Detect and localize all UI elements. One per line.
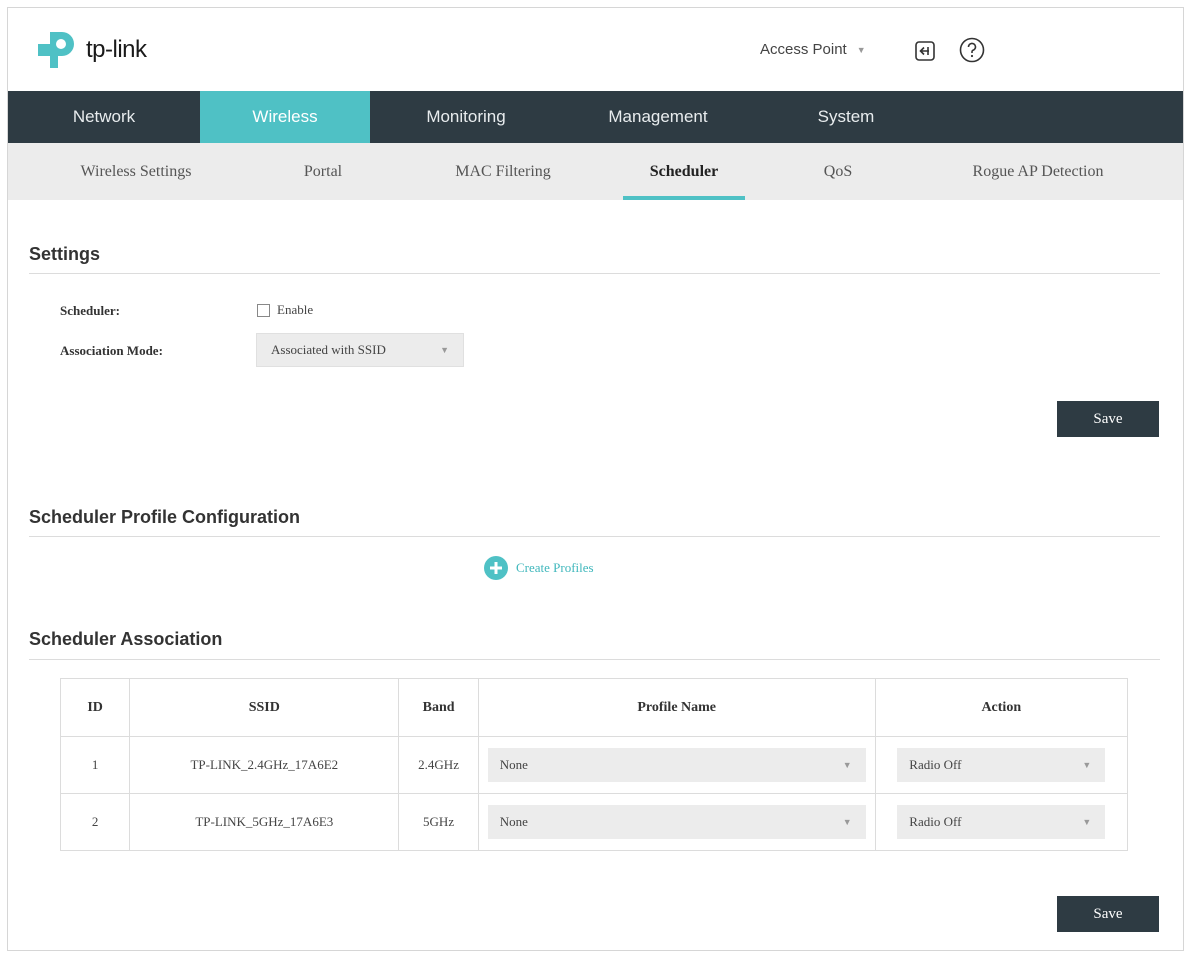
nav-network[interactable]: Network	[8, 91, 200, 143]
brand-logo: tp-link	[36, 30, 147, 70]
tab-mac-filtering[interactable]: MAC Filtering	[418, 143, 588, 200]
row-ssid: TP-LINK_2.4GHz_17A6E2	[129, 736, 400, 794]
row-band: 5GHz	[398, 793, 479, 851]
row-ssid: TP-LINK_5GHz_17A6E3	[129, 793, 400, 851]
brand-name: tp-link	[86, 36, 147, 63]
table-row: 2 TP-LINK_5GHz_17A6E3 5GHz None ▼ Radio …	[59, 793, 1129, 851]
profile-name-value: None	[499, 814, 528, 829]
logout-icon[interactable]	[913, 39, 937, 63]
chevron-down-icon: ▼	[1082, 760, 1092, 770]
action-select[interactable]: Radio Off ▼	[897, 805, 1106, 839]
mode-dropdown[interactable]: Access Point ▼	[760, 41, 866, 58]
chevron-down-icon: ▼	[842, 817, 852, 827]
tp-link-logo-icon	[38, 32, 74, 68]
settings-save-button[interactable]: Save	[1057, 401, 1159, 437]
column-header-action: Action	[874, 678, 1129, 737]
create-profiles-button[interactable]: Create Profiles	[484, 556, 594, 580]
nav-system[interactable]: System	[754, 91, 938, 143]
scheduler-enable-checkbox[interactable]: Enable	[257, 302, 313, 318]
row-id: 2	[59, 793, 131, 851]
profile-cell: None ▼	[477, 736, 876, 794]
tab-wireless-settings[interactable]: Wireless Settings	[36, 143, 236, 200]
active-tab-indicator	[623, 196, 745, 200]
action-value: Radio Off	[909, 757, 962, 772]
profile-name-select[interactable]: None ▼	[487, 748, 866, 782]
enable-label: Enable	[277, 302, 314, 317]
table-header-row: ID SSID Band Profile Name Action	[59, 678, 1129, 737]
profile-name-value: None	[499, 757, 528, 772]
mode-value: Access Point	[760, 41, 847, 58]
table-row: 1 TP-LINK_2.4GHz_17A6E2 2.4GHz None ▼ Ra…	[59, 736, 1129, 794]
create-profiles-label: Create Profiles	[516, 560, 594, 575]
plus-circle-icon	[484, 556, 508, 580]
column-header-profile-name: Profile Name	[477, 678, 876, 737]
association-title: Scheduler Association	[29, 629, 223, 649]
nav-management[interactable]: Management	[562, 91, 754, 143]
checkbox-box[interactable]	[257, 303, 270, 317]
settings-divider	[29, 273, 1160, 274]
association-divider	[29, 659, 1160, 660]
association-mode-value: Associated with SSID	[271, 342, 386, 357]
column-header-id: ID	[59, 678, 131, 737]
app-window: tp-link Access Point ▼ Network Wireless …	[7, 7, 1184, 951]
action-select[interactable]: Radio Off ▼	[897, 748, 1106, 782]
sub-nav: Wireless Settings Portal MAC Filtering S…	[8, 143, 1183, 200]
action-cell: Radio Off ▼	[874, 736, 1129, 794]
row-id: 1	[59, 736, 131, 794]
tab-qos[interactable]: QoS	[788, 143, 888, 200]
association-mode-label: Association Mode:	[60, 343, 163, 358]
chevron-down-icon: ▼	[440, 345, 449, 355]
profile-config-divider	[29, 536, 1160, 537]
column-header-ssid: SSID	[129, 678, 400, 737]
top-header: tp-link Access Point ▼	[8, 8, 1183, 91]
help-icon[interactable]	[959, 37, 985, 63]
action-value: Radio Off	[909, 814, 962, 829]
chevron-down-icon: ▼	[856, 44, 866, 55]
profile-cell: None ▼	[477, 793, 876, 851]
nav-wireless[interactable]: Wireless	[200, 91, 370, 143]
chevron-down-icon: ▼	[842, 760, 852, 770]
chevron-down-icon: ▼	[1082, 817, 1092, 827]
tab-scheduler[interactable]: Scheduler	[623, 143, 745, 200]
tab-portal[interactable]: Portal	[263, 143, 383, 200]
association-save-button[interactable]: Save	[1057, 896, 1159, 932]
scheduler-label: Scheduler:	[60, 303, 120, 318]
profile-config-title: Scheduler Profile Configuration	[29, 507, 301, 527]
nav-monitoring[interactable]: Monitoring	[370, 91, 562, 143]
profile-name-select[interactable]: None ▼	[487, 805, 866, 839]
action-cell: Radio Off ▼	[874, 793, 1129, 851]
main-nav: Network Wireless Monitoring Management S…	[8, 91, 1183, 143]
column-header-band: Band	[398, 678, 479, 737]
tab-rogue-ap-detection[interactable]: Rogue AP Detection	[938, 143, 1138, 200]
settings-title: Settings	[29, 244, 101, 264]
row-band: 2.4GHz	[398, 736, 479, 794]
association-mode-select[interactable]: Associated with SSID ▼	[256, 333, 464, 367]
association-table: ID SSID Band Profile Name Action 1 TP-LI…	[59, 678, 1129, 851]
